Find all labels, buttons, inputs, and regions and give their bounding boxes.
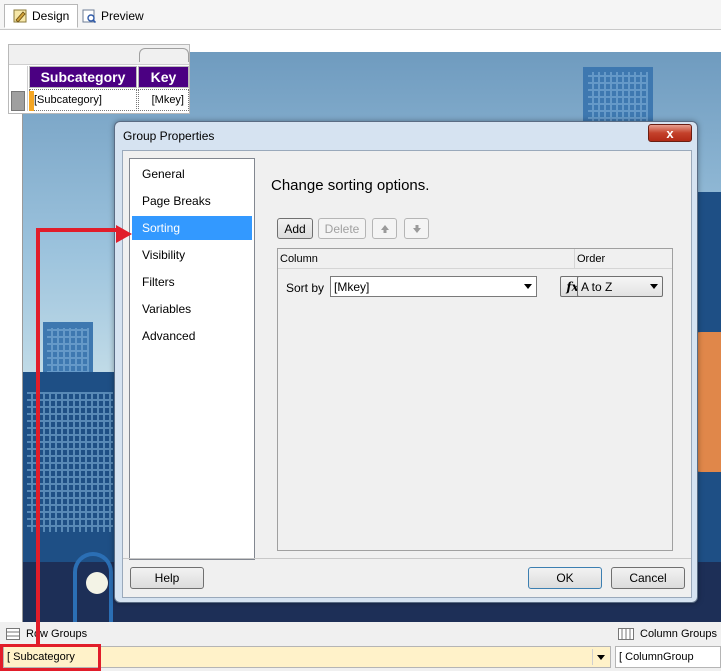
chevron-down-icon xyxy=(596,654,605,660)
preview-icon xyxy=(82,9,96,23)
chevron-down-icon xyxy=(524,284,532,289)
nav-item-variables[interactable]: Variables xyxy=(132,297,252,321)
nav-item-advanced[interactable]: Advanced xyxy=(132,324,252,348)
design-icon xyxy=(13,9,27,23)
column-group-item[interactable]: [ ColumnGroup xyxy=(615,646,721,668)
designer-tabstrip: Design Preview xyxy=(0,0,721,30)
tablix-header-key[interactable]: Key xyxy=(138,66,189,88)
nav-item-filters[interactable]: Filters xyxy=(132,270,252,294)
tab-preview[interactable]: Preview xyxy=(74,4,152,28)
sort-grid: Column Order Sort by [Mkey] fx A to Z xyxy=(277,248,673,551)
close-icon: x xyxy=(666,125,674,141)
tab-design-label: Design xyxy=(32,9,70,23)
sort-order-combo[interactable]: A to Z xyxy=(577,276,663,297)
sort-order-value: A to Z xyxy=(581,279,613,294)
nav-item-page-breaks[interactable]: Page Breaks xyxy=(132,189,252,213)
sort-column-value: [Mkey] xyxy=(334,279,370,294)
tablix-header-subcategory[interactable]: Subcategory xyxy=(29,66,137,88)
dialog-title: Group Properties xyxy=(123,129,215,143)
arrow-down-icon xyxy=(412,224,421,233)
tablix[interactable]: Subcategory Key [Subcategory] [Mkey] xyxy=(8,44,190,114)
column-groups-header: Column Groups xyxy=(618,622,717,646)
chevron-down-icon xyxy=(650,284,658,289)
ok-button[interactable]: OK xyxy=(528,567,602,589)
column-header-column: Column xyxy=(280,253,318,265)
close-button[interactable]: x xyxy=(648,124,692,142)
column-group-name: ColumnGroup xyxy=(625,651,694,663)
sort-by-label: Sort by xyxy=(286,281,325,295)
annotation-line-vertical xyxy=(36,228,40,646)
dialog-client-area: General Page Breaks Sorting Visibility F… xyxy=(122,150,692,598)
move-down-button[interactable] xyxy=(404,218,429,239)
nav-item-general[interactable]: General xyxy=(132,162,252,186)
dialog-nav-list: General Page Breaks Sorting Visibility F… xyxy=(129,158,255,560)
sort-grid-header: Column Order xyxy=(278,249,672,269)
tab-design[interactable]: Design xyxy=(4,4,79,28)
row-group-dropdown[interactable] xyxy=(592,649,608,665)
annotation-line-horizontal xyxy=(36,228,118,232)
sort-column-combo[interactable]: [Mkey] xyxy=(330,276,537,297)
cancel-button[interactable]: Cancel xyxy=(611,567,685,589)
column-groups-label: Column Groups xyxy=(640,628,718,640)
add-button[interactable]: Add xyxy=(277,218,313,239)
lamp-glow xyxy=(86,572,108,594)
tablix-column-group-indicator xyxy=(139,48,189,62)
sorting-panel: Change sorting options. Add Delete Colum… xyxy=(261,151,692,556)
header-separator xyxy=(574,249,575,269)
move-up-button[interactable] xyxy=(372,218,397,239)
tablix-row-group-handle[interactable] xyxy=(11,91,25,111)
annotation-arrow xyxy=(116,225,132,243)
row-group-bracket xyxy=(29,91,34,111)
row-groups-header: Row Groups xyxy=(6,622,87,646)
tablix-cell-subcategory[interactable]: [Subcategory] xyxy=(29,89,137,111)
row-groups-icon xyxy=(6,628,20,640)
page-heading: Change sorting options. xyxy=(271,177,430,194)
help-button[interactable]: Help xyxy=(130,567,204,589)
annotation-highlight-box xyxy=(0,644,101,671)
nav-item-visibility[interactable]: Visibility xyxy=(132,243,252,267)
group-properties-dialog: Group Properties x General Page Breaks S… xyxy=(114,121,698,603)
delete-button[interactable]: Delete xyxy=(318,218,366,239)
tablix-cell-mkey[interactable]: [Mkey] xyxy=(138,89,189,111)
column-groups-icon xyxy=(618,628,634,640)
footer-separator xyxy=(123,558,691,559)
tab-preview-label: Preview xyxy=(101,9,144,23)
arrow-up-icon xyxy=(380,224,389,233)
column-header-order: Order xyxy=(577,253,606,265)
nav-item-sorting[interactable]: Sorting xyxy=(132,216,252,240)
